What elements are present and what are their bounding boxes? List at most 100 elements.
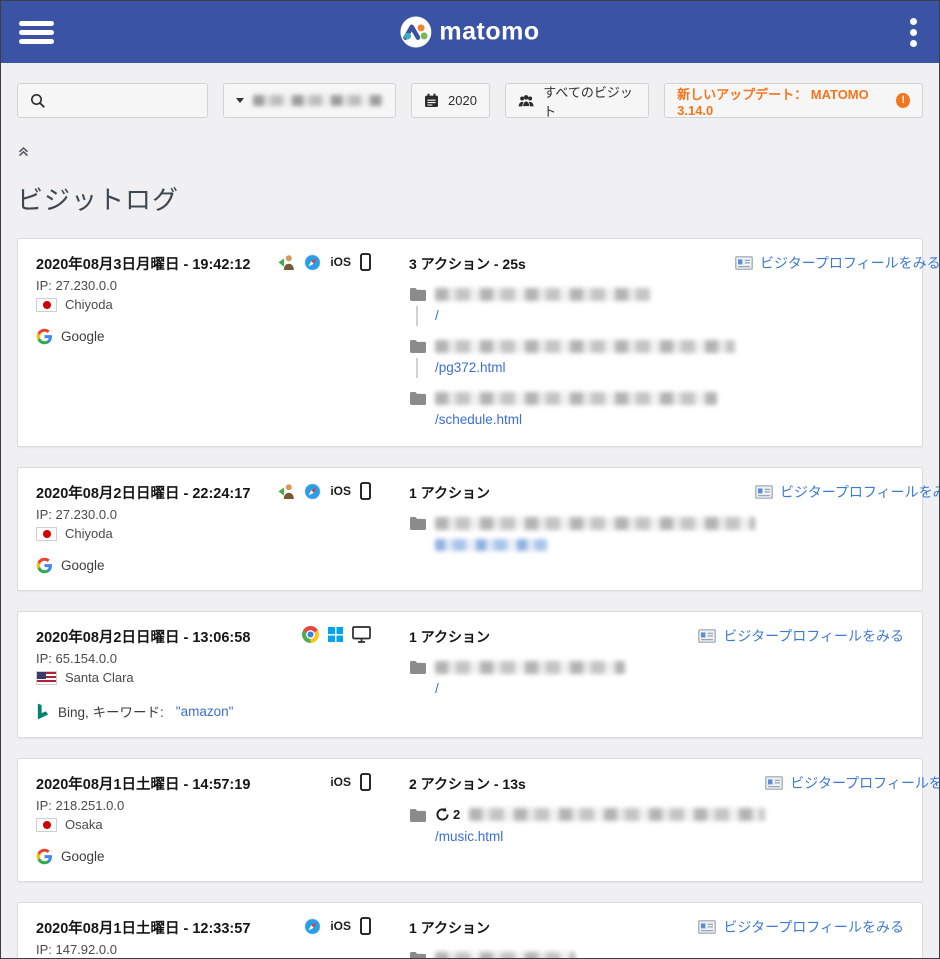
action-url-link[interactable]: /schedule.html	[435, 412, 522, 427]
visitor-ip: IP: 147.92.0.0	[36, 942, 409, 957]
smartphone-icon	[360, 253, 371, 271]
actions-summary: 3 アクション - 25s	[409, 253, 735, 274]
flag-japan-icon	[36, 527, 57, 541]
update-notification-button[interactable]: 新しいアップデート： MATOMO 3.14.0 !	[664, 83, 923, 118]
chrome-browser-icon	[302, 626, 319, 643]
visitor-ip: IP: 27.230.0.0	[36, 507, 409, 522]
visit-system-icons: iOS	[246, 773, 371, 791]
safari-browser-icon	[304, 483, 321, 500]
search-keyword-link[interactable]: "amazon"	[176, 704, 234, 719]
search-input[interactable]	[55, 93, 195, 108]
os-label: iOS	[330, 484, 351, 498]
visit-card: 2020年08月3日月曜日 - 19:42:12 iOS	[17, 238, 923, 447]
visitor-profile-label: ビジタープロフィールをみる	[723, 917, 904, 937]
site-selector[interactable]	[223, 83, 396, 118]
visit-card: 2020年08月1日土曜日 - 12:33:57 iOS IP: 147.92.…	[17, 902, 923, 959]
brand-name: matomo	[439, 18, 539, 47]
returning-visitor-icon	[278, 483, 295, 499]
profile-card-icon	[755, 485, 773, 499]
visitor-ip: IP: 218.251.0.0	[36, 798, 409, 813]
page-title: ビジットログ	[17, 180, 923, 217]
visit-actions-column: 1 アクション /	[409, 626, 698, 721]
visitor-profile-label: ビジタープロフィールをみる	[790, 773, 940, 793]
segment-label: すべてのビジット	[543, 82, 636, 120]
page-title-blurred	[469, 808, 765, 821]
page-title-blurred	[435, 288, 650, 301]
visit-actions-column: 1 アクション /	[409, 917, 698, 959]
visitor-profile-link[interactable]: ビジタープロフィールをみる	[698, 626, 904, 646]
folder-icon	[409, 391, 426, 405]
calendar-icon	[424, 93, 439, 108]
visit-info-column: 2020年08月3日月曜日 - 19:42:12 iOS	[36, 253, 409, 430]
visit-card: 2020年08月2日日曜日 - 13:06:58 IP: 65.154.0.0 …	[17, 611, 923, 738]
date-range-selector[interactable]: 2020	[411, 83, 490, 118]
top-navbar: matomo	[1, 1, 939, 63]
os-label: iOS	[330, 255, 351, 269]
google-icon	[36, 557, 53, 574]
visit-info-column: 2020年08月1日土曜日 - 12:33:57 iOS IP: 147.92.…	[36, 917, 409, 959]
action-item	[409, 516, 755, 555]
visit-info-column: 2020年08月2日日曜日 - 13:06:58 IP: 65.154.0.0 …	[36, 626, 409, 721]
safari-browser-icon	[304, 254, 321, 271]
actions-summary: 1 アクション	[409, 626, 698, 647]
action-url-link[interactable]: /	[435, 308, 439, 323]
visitor-profile-link[interactable]: ビジタープロフィールをみる	[755, 482, 940, 502]
folder-icon	[409, 516, 426, 530]
folder-icon	[409, 951, 426, 959]
windows-os-icon	[328, 627, 343, 642]
action-url-link[interactable]: /	[435, 681, 439, 696]
site-name-blurred	[253, 95, 383, 106]
os-label: iOS	[330, 775, 351, 789]
action-item: 2 /music.html	[409, 807, 765, 847]
chevron-down-icon	[236, 98, 244, 103]
visitor-ip: IP: 65.154.0.0	[36, 651, 409, 666]
google-icon	[36, 848, 53, 865]
segment-selector[interactable]: すべてのビジット	[505, 83, 649, 118]
visitor-profile-link[interactable]: ビジタープロフィールをみる	[698, 917, 904, 937]
update-label: 新しいアップデート： MATOMO 3.14.0	[677, 84, 887, 118]
hamburger-menu-icon[interactable]	[19, 17, 54, 48]
profile-card-icon	[698, 629, 716, 643]
date-range-label: 2020	[448, 93, 477, 108]
visitor-city: Osaka	[65, 817, 103, 832]
search-icon	[30, 93, 46, 109]
app-window: matomo 2020	[0, 0, 940, 959]
bing-icon	[36, 703, 50, 720]
smartphone-icon	[360, 482, 371, 500]
visit-info-column: 2020年08月1日土曜日 - 14:57:19 iOS IP: 218.251…	[36, 773, 409, 865]
actions-summary: 1 アクション	[409, 917, 698, 938]
profile-card-icon	[698, 920, 716, 934]
refresh-icon	[435, 807, 450, 822]
flag-usa-icon	[36, 671, 57, 685]
referrer-label: Google	[61, 849, 105, 864]
referrer-label: Google	[61, 329, 105, 344]
actions-summary: 1 アクション	[409, 482, 755, 503]
safari-browser-icon	[304, 918, 321, 935]
actions-summary: 2 アクション - 13s	[409, 773, 765, 794]
search-box[interactable]	[17, 83, 208, 118]
profile-card-icon	[735, 256, 753, 270]
visitor-profile-label: ビジタープロフィールをみる	[780, 482, 940, 502]
kebab-menu-icon[interactable]	[906, 12, 921, 53]
visitor-profile-label: ビジタープロフィールをみる	[723, 626, 904, 646]
profile-card-icon	[765, 776, 783, 790]
visit-system-icons	[246, 626, 371, 643]
referrer-label: Google	[61, 558, 105, 573]
action-item: /schedule.html	[409, 391, 735, 430]
visitor-profile-link[interactable]: ビジタープロフィールをみる	[735, 253, 940, 273]
action-url-link[interactable]: /pg372.html	[435, 360, 506, 375]
google-icon	[36, 328, 53, 345]
visit-actions-column: 2 アクション - 13s 2 /music.html	[409, 773, 765, 865]
collapse-header-button[interactable]	[17, 145, 30, 158]
action-url-link[interactable]: /music.html	[435, 829, 503, 844]
visit-card: 2020年08月1日土曜日 - 14:57:19 iOS IP: 218.251…	[17, 758, 923, 882]
visit-actions-column: 1 アクション	[409, 482, 755, 574]
visitor-profile-link[interactable]: ビジタープロフィールをみる	[765, 773, 940, 793]
action-item: /	[409, 287, 735, 326]
action-connector	[416, 306, 418, 326]
visit-info-column: 2020年08月2日日曜日 - 22:24:17 iOS	[36, 482, 409, 574]
folder-icon	[409, 287, 426, 301]
page-title-blurred	[435, 661, 625, 674]
page-title-blurred	[435, 517, 755, 530]
visitor-city: Chiyoda	[65, 526, 113, 541]
